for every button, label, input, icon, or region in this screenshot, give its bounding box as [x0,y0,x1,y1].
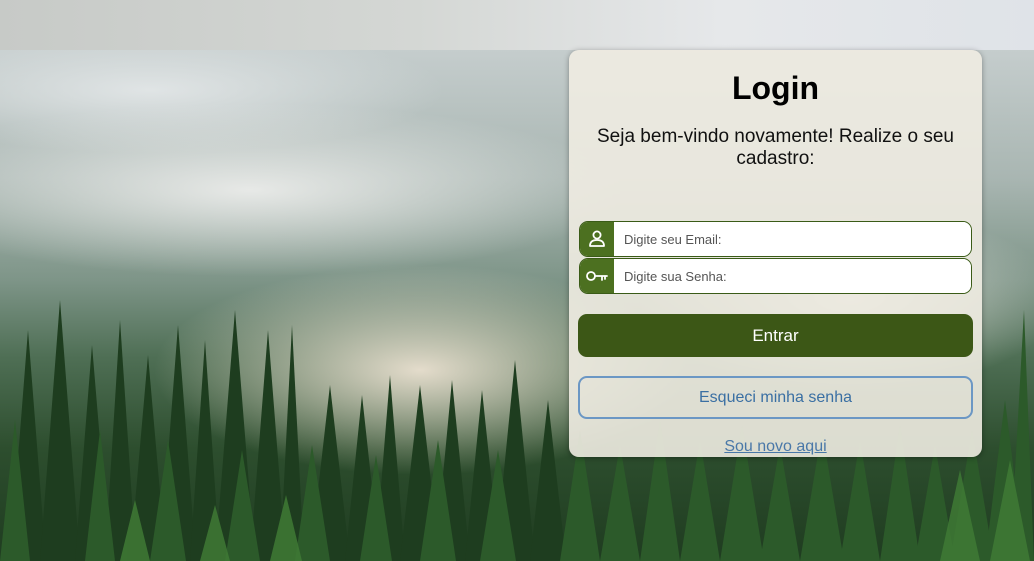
email-input[interactable] [614,222,971,256]
signup-link[interactable]: Sou novo aqui [569,438,982,456]
login-card: Login Seja bem-vindo novamente! Realize … [569,50,982,457]
login-button[interactable]: Entrar [578,314,973,357]
password-field [579,258,972,294]
key-icon [580,259,614,293]
page-title: Login [731,70,820,106]
email-field [579,221,972,257]
user-icon [580,222,614,256]
password-input[interactable] [614,259,971,293]
forgot-password-button[interactable]: Esqueci minha senha [578,376,973,419]
welcome-message: Seja bem-vindo novamente! Realize o seu … [597,126,954,169]
